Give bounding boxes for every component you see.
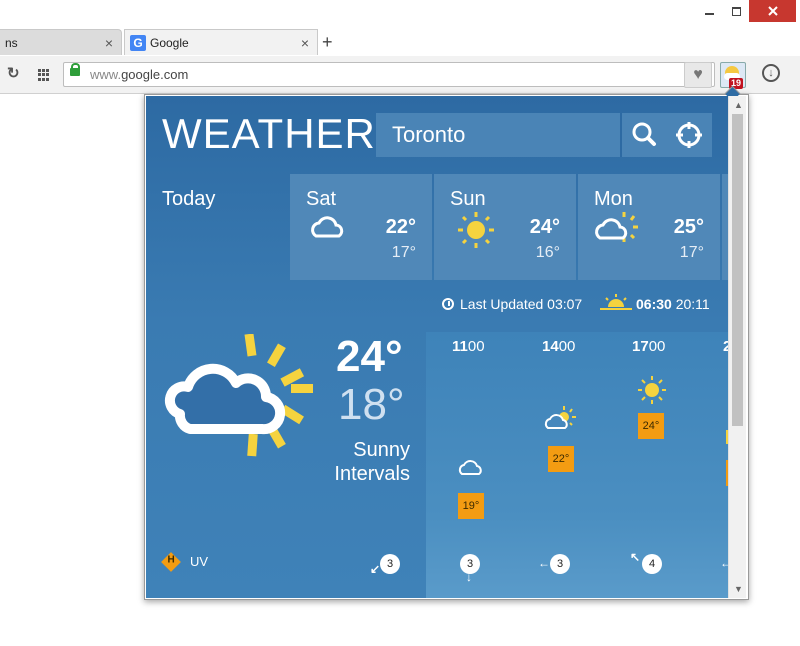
uv-index: H UV <box>161 551 209 572</box>
tab-close-icon[interactable]: × <box>105 35 113 51</box>
minimize-icon <box>704 13 714 15</box>
today-tab[interactable]: Today <box>162 188 215 211</box>
wind-arrow-icon: ← <box>720 556 728 570</box>
scroll-down-icon[interactable]: ▼ <box>734 584 743 594</box>
wind-speed: 3 <box>550 554 570 574</box>
close-window-button[interactable] <box>749 0 796 22</box>
wind-arrow-icon: ↖ <box>630 550 641 564</box>
day-low: 17° <box>391 244 416 261</box>
day-high: 24° <box>529 216 560 238</box>
wind-arrow-icon: ← <box>538 556 550 570</box>
hour-temp: 19° <box>458 493 484 519</box>
hour-1100: 1100 <box>452 338 485 355</box>
sun-times: 06:30 20:11 <box>636 296 710 312</box>
sun-icon <box>638 376 666 404</box>
maximize-icon <box>731 6 741 16</box>
scroll-thumb[interactable] <box>732 114 743 426</box>
weather-panel: WEATHER Toronto Today Sat 22° 17° Sun 24… <box>146 96 728 598</box>
wind-speed: 4 <box>642 554 662 574</box>
new-tab-button[interactable]: + <box>322 32 333 53</box>
close-icon <box>767 6 778 16</box>
tab-google[interactable]: G Google × <box>124 29 318 55</box>
condition-line-1: Sunny <box>353 439 410 461</box>
popup-scrollbar[interactable]: ▲ ▼ <box>728 96 746 598</box>
apps-grid-icon[interactable] <box>38 69 50 81</box>
browser-toolbar: ↻ www.google.com <box>0 56 800 94</box>
forecast-day-sat[interactable]: Sat 22° 17° <box>290 174 432 280</box>
sun-icon <box>458 212 494 248</box>
lock-icon <box>70 63 80 76</box>
wind-arrow-icon: ↓ <box>466 570 472 584</box>
sunset-time: 20:11 <box>675 296 710 312</box>
day-high: 25° <box>673 216 704 238</box>
wind-arrow-icon: ↙ <box>370 562 381 576</box>
tab-extensions[interactable]: ns × <box>0 29 122 55</box>
tab-strip: ns × G Google × + <box>0 28 800 56</box>
locate-button[interactable] <box>666 113 712 157</box>
day-name: Sat <box>306 188 337 210</box>
tab-title: ns <box>5 35 18 50</box>
reload-icon[interactable]: ↻ <box>7 64 20 82</box>
partly-cloudy-icon <box>595 212 638 242</box>
search-icon <box>632 122 656 146</box>
heart-icon: ♥ <box>693 66 703 83</box>
clock-icon <box>442 298 454 310</box>
day-high: 22° <box>385 216 416 238</box>
title-bar <box>0 0 800 30</box>
uv-badge: H <box>161 551 181 572</box>
condition-line-2: Intervals <box>334 463 410 485</box>
maximize-button[interactable] <box>723 0 749 22</box>
last-updated: Last Updated 03:07 <box>442 296 582 312</box>
uv-label: UV <box>190 554 209 569</box>
brand-title: WEATHER <box>162 110 376 157</box>
forecast-day-sun[interactable]: Sun 24° 16° <box>434 174 576 280</box>
day-name: Mon <box>594 188 633 210</box>
last-updated-text: Last Updated 03:07 <box>460 296 583 312</box>
partly-cloudy-icon <box>544 406 576 429</box>
forecast-day-mon[interactable]: Mon 25° 17° <box>578 174 720 280</box>
day-low: 17° <box>679 244 704 261</box>
url-text[interactable]: www.google.com <box>90 67 188 82</box>
hour-temp: 22° <box>548 446 574 472</box>
weather-extension-button[interactable]: 19 <box>720 62 746 89</box>
hour-1700: 1700 <box>632 338 666 355</box>
wind-speed-today: 3 <box>380 554 400 574</box>
current-high: 24° <box>336 332 403 381</box>
hour-1400: 1400 <box>542 338 576 355</box>
bookmark-heart-button[interactable]: ♥ <box>684 62 712 88</box>
crosshair-icon <box>676 122 702 148</box>
minimize-button[interactable] <box>695 0 723 22</box>
cloud-icon <box>311 216 344 238</box>
hour-temp: 24° <box>638 413 664 439</box>
sunrise-time: 06:30 <box>636 296 672 312</box>
scroll-up-icon[interactable]: ▲ <box>734 100 743 110</box>
tab-title: Google <box>150 35 189 50</box>
tab-close-icon[interactable]: × <box>301 35 309 51</box>
google-favicon-icon: G <box>130 34 146 51</box>
download-icon[interactable]: ↓ <box>762 64 780 82</box>
search-button[interactable] <box>620 113 666 157</box>
day-name: Sun <box>450 188 486 210</box>
city-value[interactable]: Toronto <box>392 122 465 148</box>
address-bar[interactable]: www.google.com <box>63 62 715 87</box>
day-low: 16° <box>535 244 560 261</box>
current-condition: Sunny Intervals <box>296 438 410 486</box>
current-low: 18° <box>338 380 405 429</box>
cloud-icon <box>458 460 482 475</box>
sunrise-icon <box>600 294 632 310</box>
